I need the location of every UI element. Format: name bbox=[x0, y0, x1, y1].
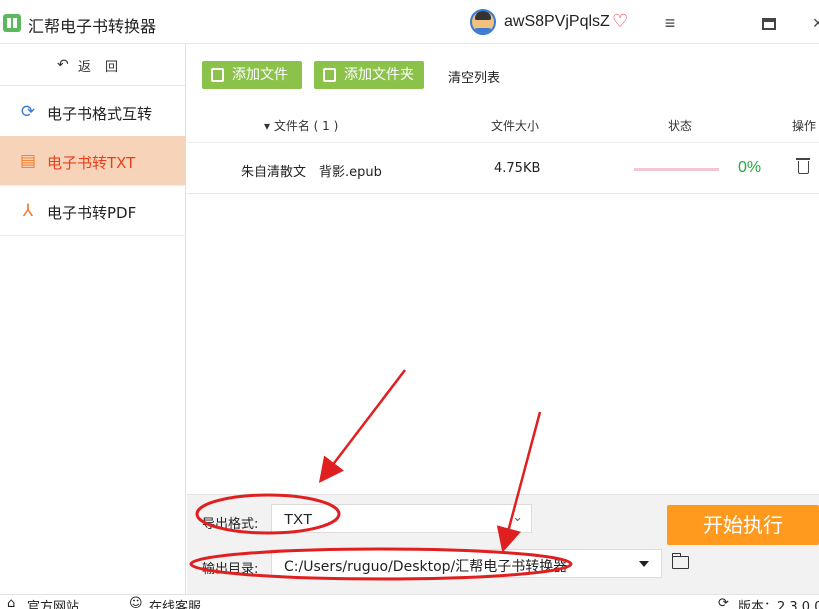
back-button[interactable]: ↶ 返回 bbox=[0, 44, 186, 86]
format-select[interactable]: TXT ⌄ bbox=[271, 504, 532, 533]
title-bar: 汇帮电子书转换器 awS8PVjPqlsZ ♡ ≡ × bbox=[0, 0, 819, 44]
output-dir-select[interactable]: C:/Users/ruguo/Desktop/汇帮电子书转换器 bbox=[271, 549, 662, 578]
sidebar-item-format-convert[interactable]: ⟳ 电子书格式互转 bbox=[0, 87, 186, 137]
app-logo-icon bbox=[3, 14, 21, 32]
document-icon: ▤ bbox=[19, 151, 37, 170]
update-icon: ⟳ bbox=[718, 596, 729, 609]
official-site-link[interactable]: 官方网站 bbox=[27, 596, 79, 609]
sidebar-item-to-pdf[interactable]: ⅄ 电子书转PDF bbox=[0, 186, 186, 236]
support-icon: ☺ bbox=[129, 596, 143, 609]
column-header-status: 状态 bbox=[668, 119, 693, 133]
username[interactable]: awS8PVjPqlsZ bbox=[504, 13, 610, 31]
footer: ⌂ 官方网站 ☺ 在线客服 ⟳ 版本：2.3.0.0 bbox=[0, 594, 819, 609]
sidebar-item-to-txt[interactable]: ▤ 电子书转TXT bbox=[0, 136, 186, 186]
column-header-action: 操作 bbox=[792, 119, 817, 133]
format-value: TXT bbox=[284, 511, 313, 528]
refresh-icon: ⟳ bbox=[20, 102, 36, 121]
clear-list-button[interactable]: 清空列表 bbox=[448, 67, 500, 86]
add-folder-label: 添加文件夹 bbox=[344, 67, 414, 83]
sidebar: ↶ 返回 ⟳ 电子书格式互转 ▤ 电子书转TXT ⅄ 电子书转PDF bbox=[0, 44, 186, 594]
close-icon[interactable]: × bbox=[804, 10, 819, 36]
column-header-name[interactable]: ▾ 文件名 ( 1 ) bbox=[264, 117, 338, 134]
add-folder-button[interactable]: 添加文件夹 bbox=[314, 61, 424, 89]
settings-panel: 导出格式: TXT ⌄ 输出目录: C:/Users/ruguo/Desktop… bbox=[187, 494, 819, 594]
menu-icon[interactable]: ≡ bbox=[656, 10, 684, 36]
file-size: 4.75KB bbox=[494, 161, 541, 176]
version-text: 版本：2.3.0.0 bbox=[738, 600, 819, 609]
avatar[interactable] bbox=[470, 9, 496, 35]
file-name: 朱自清散文 背影.epub bbox=[241, 165, 382, 180]
output-dir-value: C:/Users/ruguo/Desktop/汇帮电子书转换器 bbox=[284, 559, 568, 575]
folder-open-icon[interactable] bbox=[671, 553, 689, 569]
pdf-icon: ⅄ bbox=[22, 201, 34, 220]
start-button[interactable]: 开始执行 bbox=[667, 505, 819, 545]
progress-bar bbox=[634, 168, 719, 171]
dropdown-arrow-icon bbox=[639, 561, 649, 567]
add-file-button[interactable]: 添加文件 bbox=[202, 61, 302, 89]
column-header-size: 文件大小 bbox=[491, 119, 540, 133]
app-title: 汇帮电子书转换器 bbox=[28, 17, 157, 36]
vip-diamond-icon[interactable]: ♡ bbox=[612, 11, 628, 32]
main-panel: 添加文件 添加文件夹 清空列表 ▾ 文件名 ( 1 ) 文件大小 状态 操作 朱… bbox=[187, 44, 819, 494]
home-icon: ⌂ bbox=[7, 596, 16, 609]
online-support-link[interactable]: 在线客服 bbox=[149, 596, 201, 609]
sidebar-item-label: 电子书转PDF bbox=[47, 204, 137, 222]
format-label: 导出格式: bbox=[202, 517, 259, 532]
output-dir-label: 输出目录: bbox=[202, 562, 259, 577]
folder-add-icon bbox=[323, 68, 336, 82]
add-file-label: 添加文件 bbox=[232, 67, 288, 83]
table-header: ▾ 文件名 ( 1 ) 文件大小 状态 操作 bbox=[187, 107, 819, 143]
trash-icon[interactable] bbox=[796, 158, 810, 174]
sidebar-item-label: 电子书格式互转 bbox=[47, 105, 153, 123]
file-icon bbox=[211, 68, 224, 82]
back-arrow-icon: ↶ bbox=[57, 56, 69, 72]
maximize-icon[interactable] bbox=[755, 10, 783, 36]
chevron-down-icon: ⌄ bbox=[512, 509, 523, 524]
table-row[interactable]: 朱自清散文 背影.epub 4.75KB 0% bbox=[187, 144, 819, 194]
sidebar-item-label: 电子书转TXT bbox=[47, 154, 136, 172]
back-label: 返回 bbox=[78, 60, 133, 75]
progress-percent: 0% bbox=[738, 159, 762, 176]
